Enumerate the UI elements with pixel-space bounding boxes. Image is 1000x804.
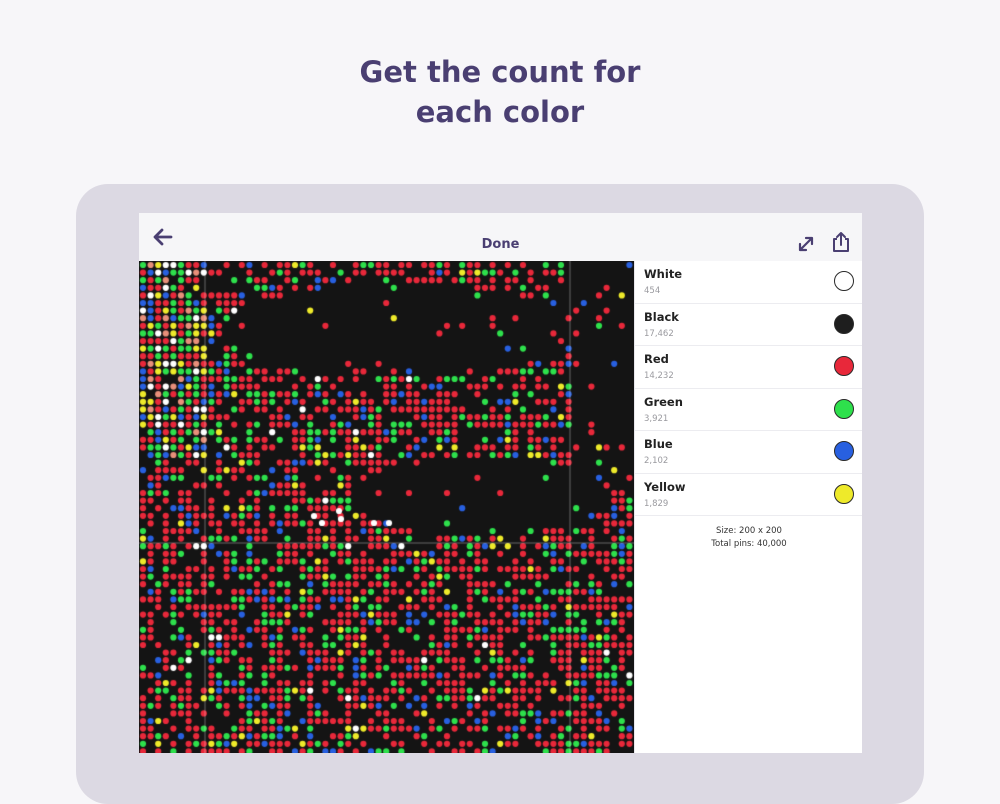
color-name: Green (644, 394, 683, 409)
color-name: Red (644, 352, 669, 366)
color-name: Yellow (644, 479, 686, 494)
color-count: 1,829 (644, 498, 669, 509)
color-count: 454 (644, 286, 661, 296)
color-name: Blue (644, 437, 673, 451)
color-row-white[interactable]: White 454 (635, 261, 862, 304)
color-name: White (644, 267, 683, 281)
nav-bar: Done (139, 213, 862, 262)
color-swatch-red (834, 356, 854, 376)
color-name: Black (644, 309, 679, 324)
color-count: 3,921 (644, 413, 669, 424)
color-row-yellow[interactable]: Yellow 1,829 (635, 474, 862, 516)
expand-icon[interactable] (797, 235, 815, 253)
color-row-green[interactable]: Green 3,921 (635, 389, 862, 431)
share-icon[interactable] (831, 231, 851, 253)
color-swatch-black (834, 313, 854, 334)
headline-line-1: Get the count for (359, 55, 641, 89)
headline: Get the count for each color (0, 52, 1000, 132)
color-count: 17,462 (644, 328, 674, 339)
size-label: Size: 200 x 200 (716, 526, 782, 536)
pattern-summary: Size: 200 x 200 Total pins: 40,000 (635, 516, 862, 551)
color-row-black[interactable]: Black 17,462 (635, 304, 862, 346)
nav-title-done[interactable]: Done (139, 213, 862, 261)
color-count: 2,102 (644, 456, 669, 466)
color-count: 14,232 (644, 371, 674, 381)
color-row-red[interactable]: Red 14,232 (635, 346, 862, 389)
color-swatch-yellow (834, 483, 854, 504)
color-list: White 454 Black 17,462 Red 14,232 Green … (635, 261, 862, 516)
total-pins-label: Total pins: 40,000 (711, 539, 787, 549)
color-swatch-blue (834, 441, 854, 461)
pin-art-preview[interactable] (139, 261, 634, 753)
headline-line-2: each color (415, 95, 585, 129)
color-row-blue[interactable]: Blue 2,102 (635, 431, 862, 474)
color-swatch-green (834, 398, 854, 419)
color-swatch-white (834, 271, 854, 291)
arrow-left-icon[interactable] (151, 227, 173, 247)
pin-art-canvas[interactable] (139, 261, 634, 753)
app-screen: Done White 454 Black 17,462 Red 14,232 G… (139, 213, 862, 753)
color-count-panel: White 454 Black 17,462 Red 14,232 Green … (634, 261, 862, 753)
